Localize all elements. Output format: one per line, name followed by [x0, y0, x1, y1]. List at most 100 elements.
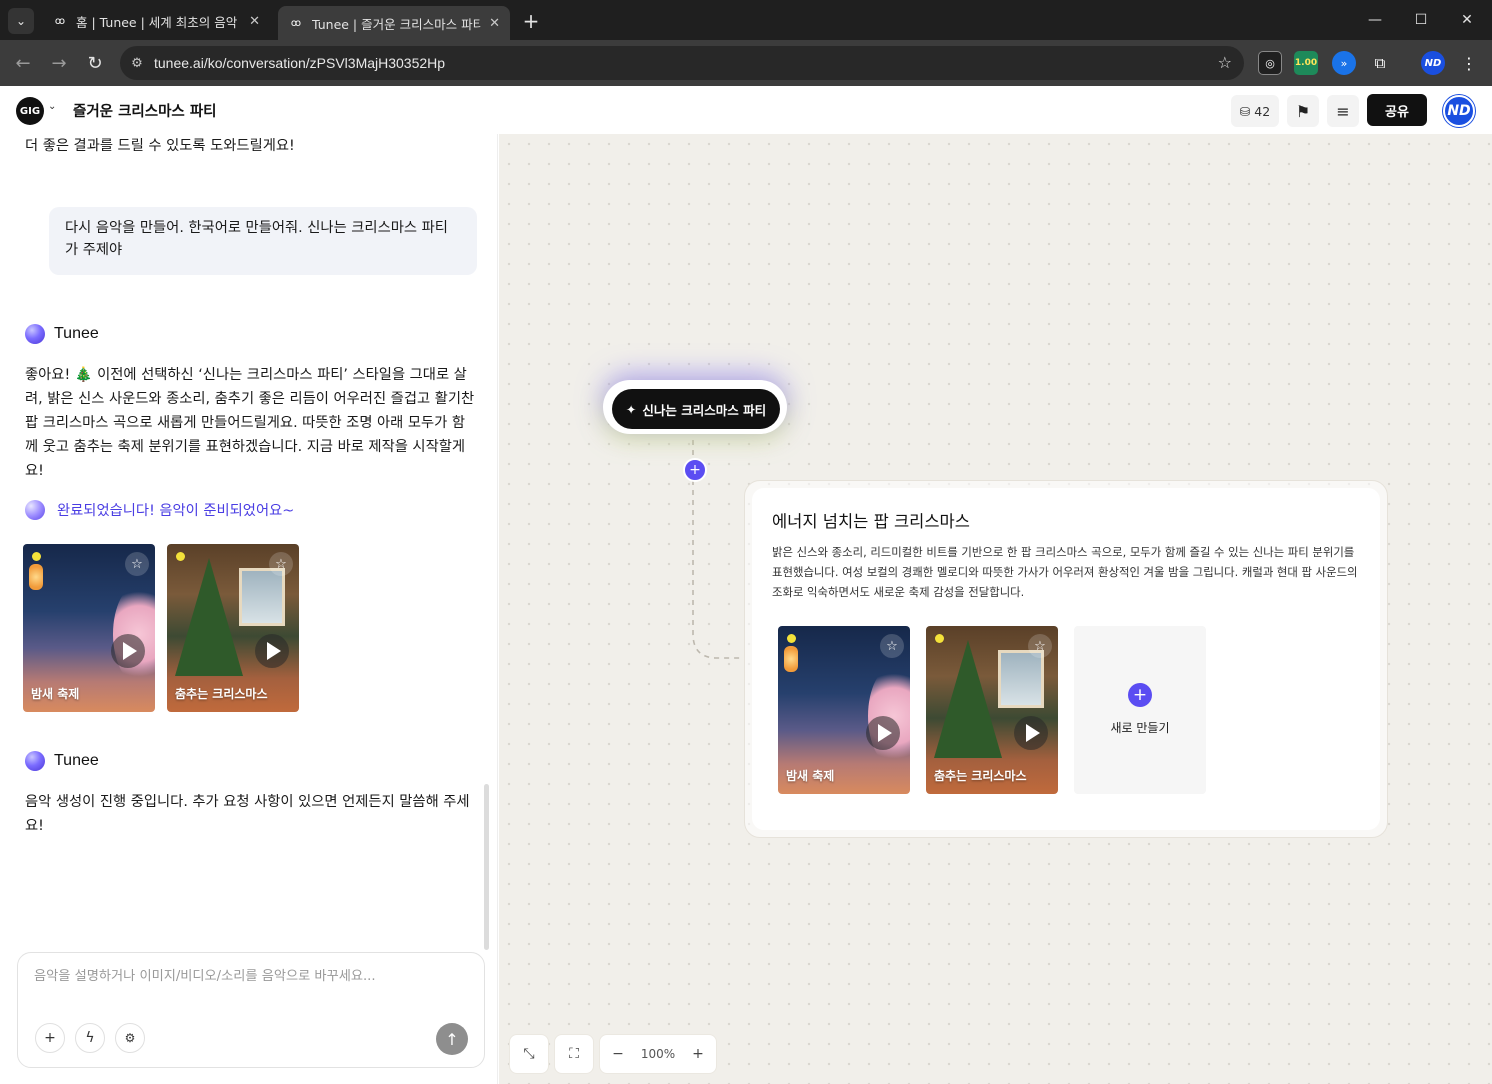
track-title: 춤추는 크리스마스 [934, 769, 1027, 783]
extensions-puzzle-icon[interactable]: ⧉ [1368, 51, 1392, 75]
christmas-tree-art [934, 640, 1002, 758]
minimize-icon[interactable]: — [1352, 6, 1398, 34]
user-avatar[interactable]: ND [1443, 95, 1475, 127]
plus-icon: + [1128, 683, 1152, 707]
tab-search-icon[interactable]: ⌄ [8, 8, 34, 34]
bookmark-star-icon[interactable]: ☆ [1218, 53, 1232, 72]
tab-title: 홈 | Tunee | 세계 최초의 음악 에이전트 [76, 14, 241, 30]
workflow-canvas[interactable]: ✦ 신나는 크리스마스 파티 + 에너지 넘치는 팝 크리스마스 밝은 신스와 … [499, 134, 1492, 1084]
page-title: 즐거운 크리스마스 파티 [73, 104, 217, 120]
extension-badge[interactable]: 1.00 [1294, 51, 1318, 75]
track-card-1[interactable]: ☆ 밤새 축제 [778, 626, 910, 794]
track-card-1[interactable]: ☆ 밤새 축제 [23, 544, 155, 712]
status-orb-icon [25, 499, 45, 520]
add-node-icon[interactable]: + [683, 458, 707, 482]
card-description: 밝은 신스와 종소리, 리드미컬한 비트를 기반으로 한 팝 크리스마스 곡으로… [772, 545, 1358, 599]
address-bar[interactable]: ⚙ tunee.ai/ko/conversation/zPSVl3MajH303… [120, 46, 1244, 80]
favorite-star-icon[interactable]: ☆ [1028, 634, 1052, 658]
tab-title: Tunee | 즐거운 크리스마스 파티 [312, 16, 482, 32]
window-art [998, 650, 1044, 708]
window-art [239, 568, 285, 626]
profile-avatar[interactable]: ND [1421, 51, 1445, 75]
settings-sliders-icon[interactable]: ⚙ [115, 1023, 145, 1053]
track-title: 밤새 축제 [31, 687, 80, 701]
play-icon[interactable] [111, 634, 145, 668]
play-icon[interactable] [866, 716, 900, 750]
favorite-star-icon[interactable]: ☆ [125, 552, 149, 576]
create-new-tile[interactable]: + 새로 만들기 [1074, 626, 1206, 794]
sparkle-icon: ✦ [625, 401, 637, 417]
chat-panel: 더 좋은 결과를 드릴 수 있도록 도와드릴게요! 다시 음악을 만들어. 한국… [0, 134, 498, 1084]
browser-tab-bar: ⌄ ꝏ 홈 | Tunee | 세계 최초의 음악 에이전트 ✕ ꝏ Tunee… [0, 0, 1492, 40]
credits-badge[interactable]: ⛁ 42 [1231, 95, 1279, 127]
play-icon[interactable] [255, 634, 289, 668]
bot-name: Tunee [54, 752, 99, 769]
lantern-art [784, 646, 798, 672]
collapse-button[interactable]: ⤡ [509, 1034, 549, 1074]
forward-icon[interactable]: → [44, 48, 74, 78]
coins-icon: ⛁ [1239, 103, 1251, 119]
chat-scrollbar[interactable] [484, 784, 489, 950]
browser-tab-home[interactable]: ꝏ 홈 | Tunee | 세계 최초의 음악 에이전트 ✕ [42, 6, 270, 36]
flag-icon[interactable]: ⚑ [1287, 95, 1319, 127]
lightning-icon[interactable]: ϟ [75, 1023, 105, 1053]
bot-header-2: Tunee [25, 751, 99, 771]
browser-tab-conversation[interactable]: ꝏ Tunee | 즐거운 크리스마스 파티 ✕ [278, 6, 510, 40]
bot-reply: 좋아요! 🎄 이전에 선택하신 ‘신나는 크리스마스 파티’ 스타일을 그대로 … [25, 367, 475, 479]
app-header: GIG ⌄ 즐거운 크리스마스 파티 ⛁ 42 ⚑ ≡ 공유 ND [0, 86, 1492, 134]
extension-glasses-icon[interactable]: ◎ [1258, 51, 1282, 75]
play-icon[interactable] [1014, 716, 1048, 750]
create-new-label: 새로 만들기 [1110, 721, 1170, 735]
collapse-arrows-icon: ⤡ [523, 1046, 535, 1062]
completion-status: 완료되었습니다! 음악이 준비되었어요~ [25, 499, 294, 520]
status-dot [935, 634, 944, 643]
close-tab-icon[interactable]: ✕ [249, 14, 260, 29]
node-label: 신나는 크리스마스 파티 [642, 402, 767, 418]
tunee-orb-icon [25, 324, 45, 344]
track-title: 춤추는 크리스마스 [175, 687, 268, 701]
url-text: tunee.ai/ko/conversation/zPSVl3MajH30352… [154, 55, 446, 71]
bot-progress-message: 음악 생성이 진행 중입니다. 추가 요청 사항이 있으면 언제든지 말씀해 주… [25, 794, 470, 834]
track-card-2[interactable]: ☆ 춤추는 크리스마스 [926, 626, 1058, 794]
favorite-star-icon[interactable]: ☆ [880, 634, 904, 658]
share-button[interactable]: 공유 [1367, 94, 1427, 126]
add-icon[interactable]: + [35, 1023, 65, 1053]
zoom-in-icon[interactable]: + [680, 1035, 716, 1073]
blossom-art [868, 666, 910, 766]
credits-count: 42 [1254, 103, 1271, 119]
browser-menu-icon[interactable]: ⋮ [1457, 51, 1481, 75]
tunee-favicon-icon: ꝏ [54, 15, 66, 27]
user-message: 다시 음악을 만들어. 한국어로 만들어줘. 신나는 크리스마스 파티가 주제야 [49, 207, 477, 275]
bot-message-intro: 더 좋은 결과를 드릴 수 있도록 도와드릴게요! [25, 138, 295, 154]
send-button[interactable]: ↑ [436, 1023, 468, 1055]
zoom-level: 100% [640, 1047, 676, 1061]
tunee-favicon-icon: ꝏ [290, 17, 302, 29]
close-tab-icon[interactable]: ✕ [489, 16, 500, 31]
completion-text: 완료되었습니다! 음악이 준비되었어요~ [57, 503, 295, 519]
reload-icon[interactable]: ↻ [80, 48, 110, 78]
lantern-art [29, 564, 43, 590]
status-dot [176, 552, 185, 561]
new-tab-icon[interactable]: + [518, 8, 544, 34]
track-title: 밤새 축제 [786, 769, 835, 783]
maximize-icon[interactable]: ☐ [1398, 6, 1444, 34]
zoom-out-icon[interactable]: − [600, 1035, 636, 1073]
composer-input[interactable]: 음악을 설명하거나 이미지/비디오/소리를 음악으로 바꾸세요... [34, 965, 376, 984]
playlist-icon[interactable]: ≡ [1327, 95, 1359, 127]
blossom-art [113, 584, 155, 684]
message-composer[interactable]: 음악을 설명하거나 이미지/비디오/소리를 음악으로 바꾸세요... + ϟ ⚙… [17, 952, 485, 1068]
extension-arrow-icon[interactable]: » [1332, 51, 1356, 75]
status-dot [32, 552, 41, 561]
track-card-2[interactable]: ☆ 춤추는 크리스마스 [167, 544, 299, 712]
close-window-icon[interactable]: ✕ [1444, 6, 1490, 34]
site-info-icon[interactable]: ⚙ [120, 46, 154, 80]
card-title: 에너지 넘치는 팝 크리스마스 [772, 512, 970, 531]
prompt-node[interactable]: ✦ 신나는 크리스마스 파티 [612, 389, 780, 429]
favorite-star-icon[interactable]: ☆ [269, 552, 293, 576]
back-icon[interactable]: ← [8, 48, 38, 78]
tunee-logo[interactable]: GIG [16, 97, 44, 125]
chevron-down-icon[interactable]: ⌄ [48, 101, 56, 112]
bot-header: Tunee [25, 324, 99, 344]
tunee-app: GIG ⌄ 즐거운 크리스마스 파티 ⛁ 42 ⚑ ≡ 공유 ND 더 좋은 결… [0, 86, 1492, 1084]
fit-view-button[interactable]: ⛶ [554, 1034, 594, 1074]
